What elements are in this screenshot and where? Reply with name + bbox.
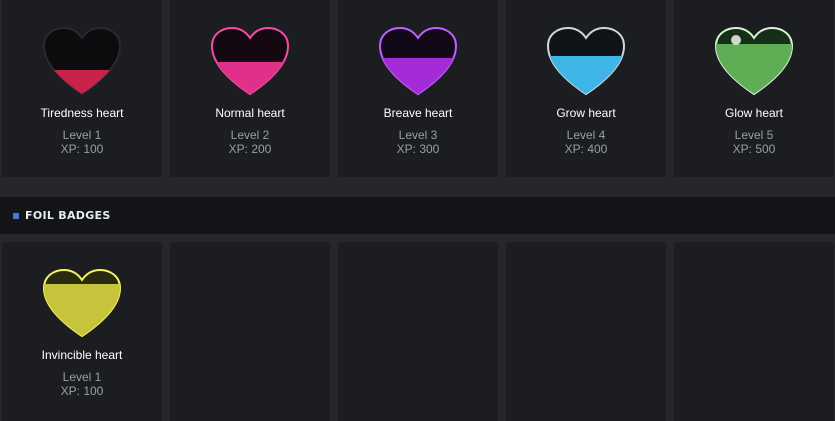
section-title: FOIL BADGES	[25, 209, 111, 222]
foil-badges-row: Invincible heart Level 1 XP: 100	[0, 242, 834, 421]
heart-level: Level 1	[62, 370, 102, 384]
heart-blue-icon	[546, 26, 626, 98]
heart-xp: XP: 300	[396, 142, 440, 156]
heart-card[interactable]: Tiredness heart Level 1 XP: 100	[2, 0, 162, 177]
heart-name: Tiredness heart	[40, 106, 124, 120]
heart-name: Normal heart	[215, 106, 285, 120]
heart-level: Level 5	[734, 128, 774, 142]
heart-level: Level 2	[230, 128, 270, 142]
heart-xp: XP: 400	[564, 142, 608, 156]
heart-card[interactable]: Breave heart Level 3 XP: 300	[338, 0, 498, 177]
heart-gold-icon	[42, 268, 122, 340]
heart-xp: XP: 200	[228, 142, 272, 156]
heart-black-icon	[42, 26, 122, 98]
heart-green-icon	[714, 26, 794, 98]
empty-card	[674, 242, 834, 421]
heart-xp: XP: 100	[60, 384, 104, 398]
heart-name: Invincible heart	[41, 348, 123, 362]
heart-name: Breave heart	[383, 106, 453, 120]
heart-card[interactable]: Normal heart Level 2 XP: 200	[170, 0, 330, 177]
heart-card[interactable]: Glow heart Level 5 XP: 500	[674, 0, 834, 177]
hearts-row: Tiredness heart Level 1 XP: 100 Normal h…	[0, 0, 834, 177]
square-bullet-icon	[13, 212, 19, 219]
heart-card[interactable]: Invincible heart Level 1 XP: 100	[2, 242, 162, 421]
heart-purple-icon	[378, 26, 458, 98]
empty-card	[506, 242, 666, 421]
heart-level: Level 4	[566, 128, 606, 142]
empty-card	[170, 242, 330, 421]
heart-level: Level 1	[62, 128, 102, 142]
heart-name: Glow heart	[724, 106, 784, 120]
empty-card	[338, 242, 498, 421]
heart-level: Level 3	[398, 128, 438, 142]
heart-name: Grow heart	[556, 106, 616, 120]
heart-xp: XP: 100	[60, 142, 104, 156]
foil-badges-header: FOIL BADGES	[0, 197, 835, 234]
heart-pink-icon	[210, 26, 290, 98]
heart-card[interactable]: Grow heart Level 4 XP: 400	[506, 0, 666, 177]
heart-xp: XP: 500	[732, 142, 776, 156]
